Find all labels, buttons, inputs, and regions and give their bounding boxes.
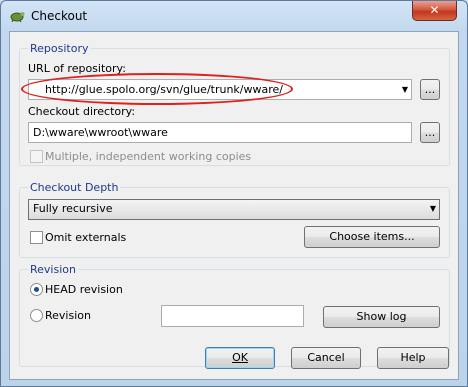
choose-items-button[interactable]: Choose items... [304,226,440,248]
repository-group-title: Repository [28,42,91,55]
omit-externals-label: Omit externals [45,231,127,244]
cancel-button[interactable]: Cancel [291,347,361,369]
checkout-depth-group: Checkout Depth Fully recursive ▼ Omit ex… [19,181,450,258]
checkout-dialog: Checkout ✕ Repository URL of repository:… [0,0,468,387]
title-bar[interactable]: Checkout ✕ [1,1,467,31]
checkout-depth-group-title: Checkout Depth [28,181,121,194]
head-revision-radio[interactable] [30,283,43,296]
window-title: Checkout [31,9,88,23]
dir-browse-button[interactable]: ... [420,122,440,143]
dialog-client-area: Repository URL of repository: http://glu… [9,31,459,380]
checkout-dir-input[interactable]: D:\wware\wwroot\wware [28,122,412,143]
show-log-button[interactable]: Show log [323,306,440,328]
revision-input[interactable] [161,305,304,327]
depth-select[interactable]: Fully recursive ▼ [28,199,440,220]
tortoise-icon [10,12,25,23]
repository-group: Repository URL of repository: http://glu… [19,42,450,166]
ok-button-label: OK [232,351,248,364]
multiple-working-copies-checkbox[interactable] [30,150,43,163]
url-value: http://glue.spolo.org/svn/glue/trunk/wwa… [45,83,283,96]
chevron-down-icon[interactable]: ▼ [430,200,436,218]
chevron-down-icon[interactable]: ▼ [402,80,408,99]
revision-radio[interactable] [30,309,43,322]
omit-externals-checkbox[interactable] [30,231,43,244]
checkout-dir-label: Checkout directory: [28,105,136,118]
url-browse-button[interactable]: ... [420,79,440,100]
help-button[interactable]: Help [377,347,449,369]
url-combobox[interactable]: http://glue.spolo.org/svn/glue/trunk/wwa… [28,79,412,100]
url-label: URL of repository: [28,62,126,75]
depth-selected-value: Fully recursive [33,202,113,215]
multiple-working-copies-label: Multiple, independent working copies [45,150,252,163]
close-button[interactable]: ✕ [412,1,457,21]
revision-group-title: Revision [28,263,78,276]
head-revision-label: HEAD revision [45,283,123,296]
ok-button[interactable]: OK [205,347,275,369]
revision-label: Revision [45,309,91,322]
